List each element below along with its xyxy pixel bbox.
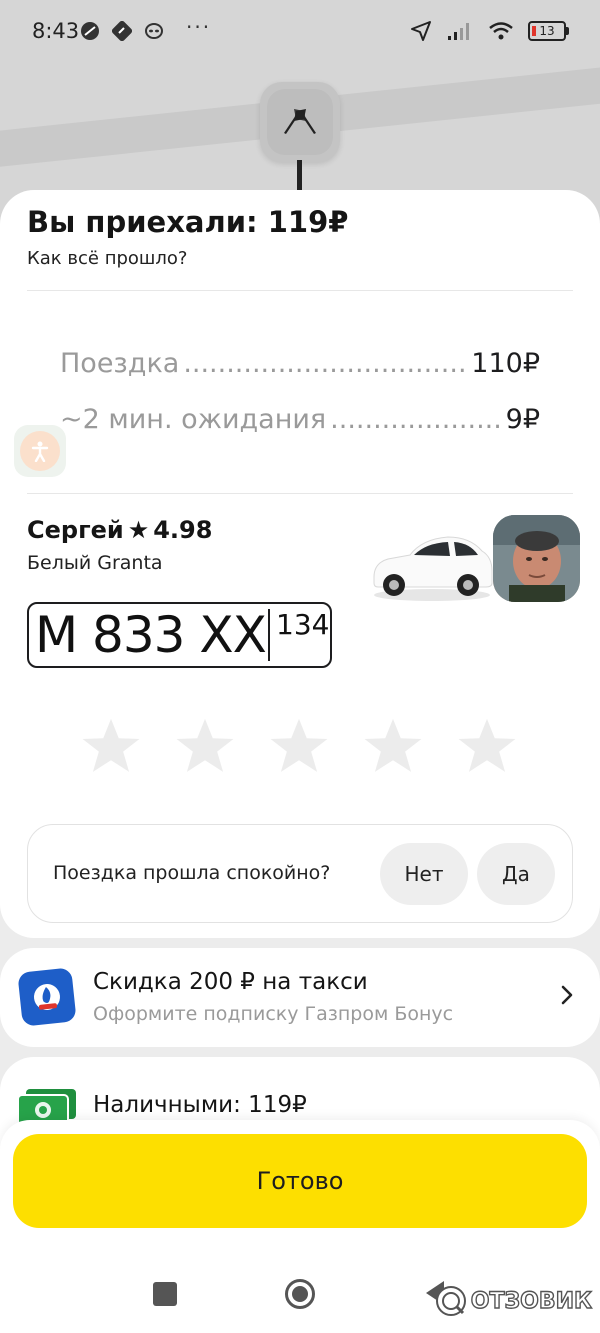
promo-card[interactable]: Скидка 200 ₽ на такси Оформите подписку … [0, 948, 600, 1047]
notification-map-icon [112, 21, 132, 41]
star-4-icon[interactable] [362, 715, 424, 777]
safety-button[interactable] [14, 425, 66, 477]
notification-app-icon [81, 22, 99, 40]
fare-row: ~2 мин. ожидания 9₽ [60, 404, 540, 435]
no-button[interactable]: Нет [380, 843, 468, 905]
plate-separator [268, 609, 270, 661]
battery-level: 13 [539, 24, 555, 38]
yes-button[interactable]: Да [477, 843, 555, 905]
status-time: 8:43 [32, 19, 80, 43]
promo-title: Скидка 200 ₽ на такси [93, 969, 368, 995]
status-system-icons: 13 [410, 20, 569, 42]
driver-rating: 4.98 [153, 516, 213, 544]
wifi-icon [489, 22, 513, 40]
promo-subtitle: Оформите подписку Газпром Бонус [93, 1003, 454, 1025]
otzovik-logo-icon [435, 1286, 466, 1316]
payment-method-text: Наличными: 119₽ [93, 1092, 307, 1118]
calm-question-card: Поездка прошла спокойно? Нет Да [27, 824, 573, 923]
fare-label: ~2 мин. ожидания [60, 404, 327, 435]
car-image [373, 536, 493, 601]
otzovik-watermark: ОТЗОВИК [435, 1285, 593, 1317]
chevron-right-icon [561, 985, 573, 1005]
watermark-text: ОТЗОВИК [470, 1288, 593, 1314]
fare-row: Поездка 110₽ [60, 348, 540, 379]
status-notification-icons: ··· [80, 15, 211, 41]
driver-photo [493, 515, 580, 602]
done-button[interactable]: Готово [13, 1134, 587, 1228]
driver-name: Сергей [27, 516, 124, 544]
driver-avatar[interactable] [493, 515, 580, 602]
rating-stars [80, 715, 518, 777]
trip-title: Вы приехали: 119₽ [27, 205, 349, 239]
recents-button[interactable] [153, 1282, 177, 1306]
calm-question-text: Поездка прошла спокойно? [53, 862, 331, 884]
fare-label: Поездка [60, 348, 180, 379]
trip-subtitle: Как всё прошло? [27, 248, 188, 269]
person-icon [20, 431, 60, 471]
more-notifications-icon: ··· [186, 15, 212, 39]
fare-amount: 110₽ [471, 348, 540, 379]
fare-dots [183, 348, 467, 379]
fare-amount: 9₽ [505, 404, 540, 435]
notification-alien-icon [145, 23, 163, 39]
divider [27, 290, 573, 291]
bottom-panel: Готово ОТЗОВИК [0, 1120, 600, 1333]
star-1-icon[interactable] [80, 715, 142, 777]
star-5-icon[interactable] [456, 715, 518, 777]
plate-number: М 833 ХХ [35, 606, 267, 664]
finish-pin[interactable] [260, 82, 340, 162]
signal-icon [448, 23, 469, 40]
location-arrow-icon [411, 21, 431, 41]
divider [27, 493, 573, 494]
pin-stem [297, 160, 302, 190]
license-plate: М 833 ХХ 134 [27, 602, 332, 668]
battery-icon: 13 [528, 21, 569, 41]
gazprom-bonus-icon [17, 967, 77, 1027]
home-button[interactable] [284, 1278, 316, 1310]
car-model: Белый Granta [27, 552, 163, 574]
fare-dots [330, 404, 501, 435]
driver-name-rating: Сергей ★ 4.98 [27, 516, 212, 544]
plate-region: 134 [276, 608, 330, 641]
star-3-icon[interactable] [268, 715, 330, 777]
trip-summary-sheet: Вы приехали: 119₽ Как всё прошло? Поездк… [0, 190, 600, 938]
status-bar: 8:43 ··· 13 [0, 0, 600, 64]
rating-star-icon: ★ [127, 516, 150, 544]
finish-flags-icon [267, 89, 333, 155]
star-2-icon[interactable] [174, 715, 236, 777]
